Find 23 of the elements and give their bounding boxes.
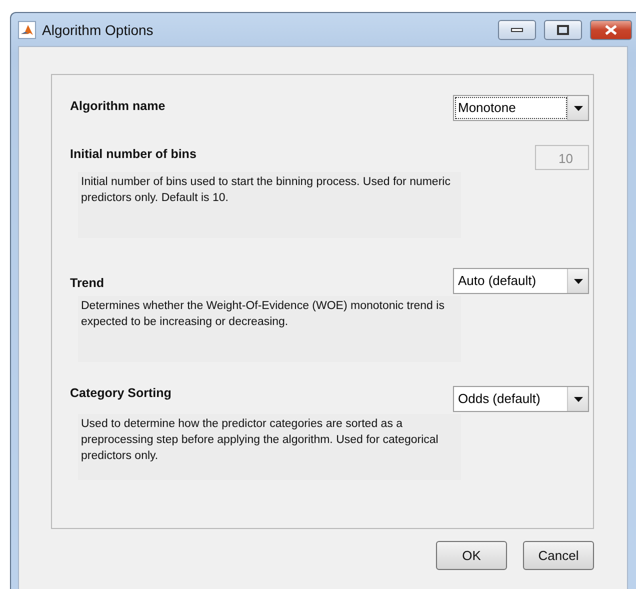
dropdown[interactable]: Monotone bbox=[453, 95, 589, 121]
close-icon bbox=[605, 24, 617, 34]
close-button[interactable] bbox=[590, 20, 632, 40]
ok-button[interactable]: OK bbox=[436, 541, 507, 570]
option-label: Algorithm name bbox=[70, 99, 166, 113]
dropdown[interactable]: Auto (default) bbox=[453, 268, 589, 294]
option-label: Initial number of bins bbox=[70, 147, 196, 161]
app-logo-icon bbox=[18, 20, 36, 38]
minimize-icon bbox=[511, 28, 523, 32]
cancel-button[interactable]: Cancel bbox=[523, 541, 594, 570]
option-description: Initial number of bins used to start the binning process. Used for numeric predictors only. Default is 10. bbox=[78, 172, 461, 238]
option-label: Trend bbox=[70, 276, 104, 290]
window-title: Algorithm Options bbox=[42, 22, 154, 38]
option-description: Used to determine how the predictor categories are sorted as a preprocessing step before applying the algorithm. Used for categorical predictors only. bbox=[78, 414, 461, 480]
dropdown[interactable]: Odds (default) bbox=[453, 386, 589, 412]
option-label: Category Sorting bbox=[70, 386, 172, 400]
maximize-button[interactable] bbox=[544, 20, 582, 40]
option-description: Determines whether the Weight-Of-Evidence (WOE) monotonic trend is expected to be increasing or decreasing. bbox=[78, 296, 461, 362]
dropdown-arrow-icon bbox=[574, 396, 582, 402]
dropdown-arrow-icon bbox=[574, 106, 582, 110]
minimize-button[interactable] bbox=[498, 20, 536, 40]
maximize-icon bbox=[557, 24, 569, 34]
dropdown-arrow-icon bbox=[574, 278, 582, 284]
